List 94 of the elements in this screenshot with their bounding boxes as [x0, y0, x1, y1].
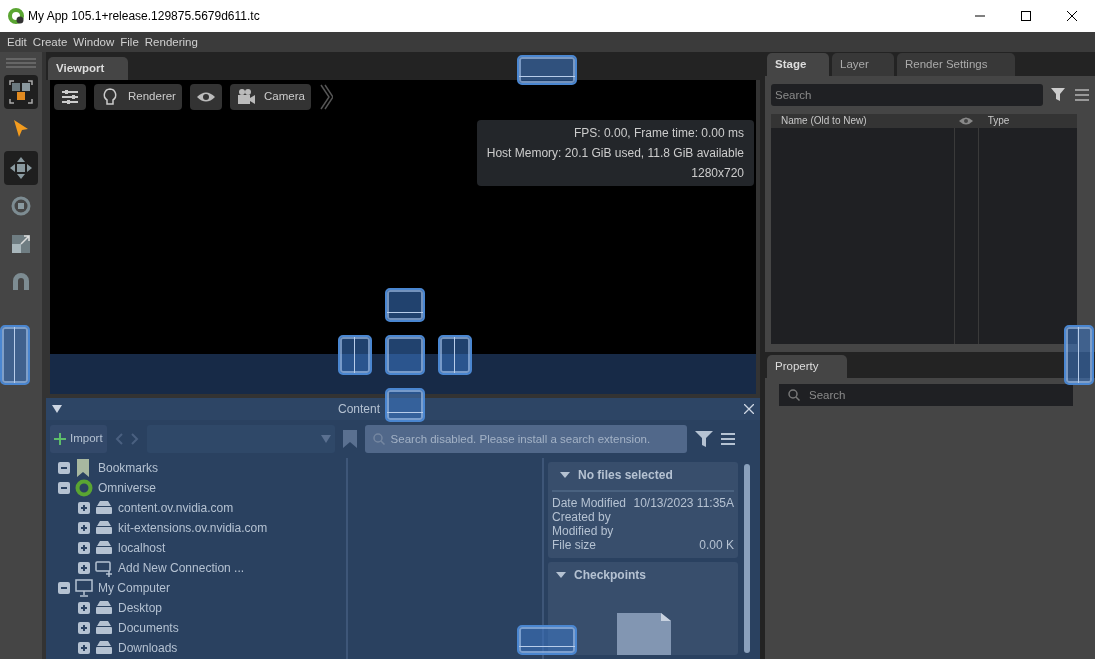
window-title: My App 105.1+release.129875.5679d611.tc — [28, 8, 260, 25]
detail-label: Created by — [552, 510, 611, 524]
collapse-icon[interactable] — [58, 582, 70, 594]
dock-target[interactable] — [517, 625, 577, 655]
import-button[interactable]: Import — [50, 425, 107, 453]
menu-icon[interactable] — [720, 433, 735, 445]
tree-item[interactable]: Add New Connection ... — [118, 559, 245, 577]
app-logo-icon — [8, 8, 24, 24]
plus-icon — [54, 433, 66, 445]
cubes-icon — [9, 79, 33, 104]
settings-button[interactable] — [54, 84, 86, 110]
collapse-icon[interactable] — [556, 571, 566, 579]
chevron-icon — [318, 84, 333, 110]
detail-label: Modified by — [552, 524, 614, 538]
grip-icon[interactable] — [4, 56, 38, 69]
stats-line: 1280x720 — [690, 165, 744, 182]
drive-icon — [95, 499, 113, 517]
collapse-icon[interactable] — [52, 405, 62, 413]
expand-icon[interactable] — [78, 602, 90, 614]
dock-target[interactable] — [517, 55, 577, 85]
dock-target[interactable] — [385, 288, 425, 322]
collapse-icon[interactable] — [560, 471, 570, 479]
drive-icon — [95, 619, 113, 637]
tree-item[interactable]: localhost — [118, 539, 166, 557]
menu-item[interactable]: File — [117, 32, 142, 52]
panel-title: Content — [338, 401, 381, 418]
camera-icon — [235, 87, 256, 107]
filter-icon[interactable] — [694, 431, 713, 447]
menu-icon[interactable] — [1075, 89, 1089, 101]
stats-line: Host Memory: 20.1 GiB used, 11.8 GiB available — [486, 145, 744, 162]
expand-icon[interactable] — [78, 622, 90, 634]
detail-value: 10/13/2023 11:35A — [633, 496, 734, 510]
expand-icon[interactable] — [78, 502, 90, 514]
tree-item[interactable]: Desktop — [118, 599, 163, 617]
column-header[interactable]: Type — [977, 114, 1077, 128]
search-icon — [372, 433, 385, 445]
detail-value: 0.00 K — [699, 538, 734, 552]
property-tab[interactable]: Property — [767, 354, 847, 378]
tree-item[interactable]: Omniverse — [98, 479, 156, 497]
caret-icon — [320, 435, 331, 443]
detail-label: File size — [552, 538, 596, 552]
expand-icon[interactable] — [78, 642, 90, 654]
move-icon — [9, 155, 33, 180]
tree-item[interactable]: Documents — [118, 619, 179, 637]
move-tool-button[interactable] — [4, 150, 38, 185]
section-title: No files selected — [578, 467, 673, 484]
tree-item[interactable]: kit-extensions.ov.nvidia.com — [118, 519, 268, 537]
detail-label: Date Modified — [552, 496, 627, 510]
filter-icon[interactable] — [1051, 88, 1067, 102]
visibility-button[interactable] — [189, 84, 222, 110]
collapse-icon[interactable] — [58, 482, 70, 494]
stats-line: FPS: 0.00, Frame time: 0.00 ms — [572, 125, 744, 142]
maximize-icon — [1021, 11, 1031, 21]
menu-item[interactable]: Create — [29, 32, 71, 52]
sliders-icon — [60, 87, 80, 107]
section-title: Checkpoints — [574, 567, 646, 584]
close-icon — [1067, 11, 1077, 21]
expand-icon[interactable] — [78, 542, 90, 554]
drive-icon — [95, 519, 113, 537]
tree-item[interactable]: Downloads — [118, 639, 178, 657]
cubes-tool-button[interactable] — [4, 74, 38, 109]
viewport-tab[interactable]: Viewport — [48, 56, 128, 80]
drive-icon — [95, 639, 113, 657]
collapse-icon[interactable] — [58, 462, 70, 474]
expand-icon[interactable] — [78, 562, 90, 574]
drive-icon — [95, 539, 113, 557]
tree-item[interactable]: Bookmarks — [98, 459, 159, 477]
renderer-button[interactable]: Renderer — [94, 84, 182, 110]
camera-button[interactable]: Camera — [229, 84, 311, 110]
panel-tab[interactable]: Render Settings — [897, 52, 1015, 76]
ring-icon — [75, 479, 93, 497]
tree-item[interactable]: My Computer — [98, 579, 171, 597]
dock-target[interactable] — [385, 335, 425, 375]
tree-item[interactable]: content.ov.nvidia.com — [118, 499, 234, 517]
dock-target[interactable] — [438, 335, 472, 375]
expand-icon[interactable] — [78, 522, 90, 534]
column-header[interactable]: Name (Old to New) — [771, 114, 954, 128]
panel-tab[interactable]: Layer — [832, 52, 894, 76]
dock-target[interactable] — [0, 325, 30, 385]
search-icon — [788, 389, 800, 401]
dock-target[interactable] — [1064, 325, 1094, 385]
menu-item[interactable]: Edit — [4, 32, 30, 52]
panel-tab[interactable]: Stage — [767, 52, 829, 76]
dock-target[interactable] — [338, 335, 372, 375]
drive-icon — [95, 599, 113, 617]
stage-search-field[interactable]: Search — [771, 84, 1043, 106]
close-icon[interactable] — [744, 404, 754, 414]
property-search-field[interactable]: Search — [779, 384, 1073, 406]
add-drive-icon — [95, 559, 113, 577]
monitor-icon — [75, 579, 93, 597]
eye-icon[interactable] — [958, 116, 973, 126]
menu-item[interactable]: Rendering — [141, 32, 201, 52]
menu-item[interactable]: Window — [70, 32, 118, 52]
dock-target[interactable] — [385, 388, 425, 422]
